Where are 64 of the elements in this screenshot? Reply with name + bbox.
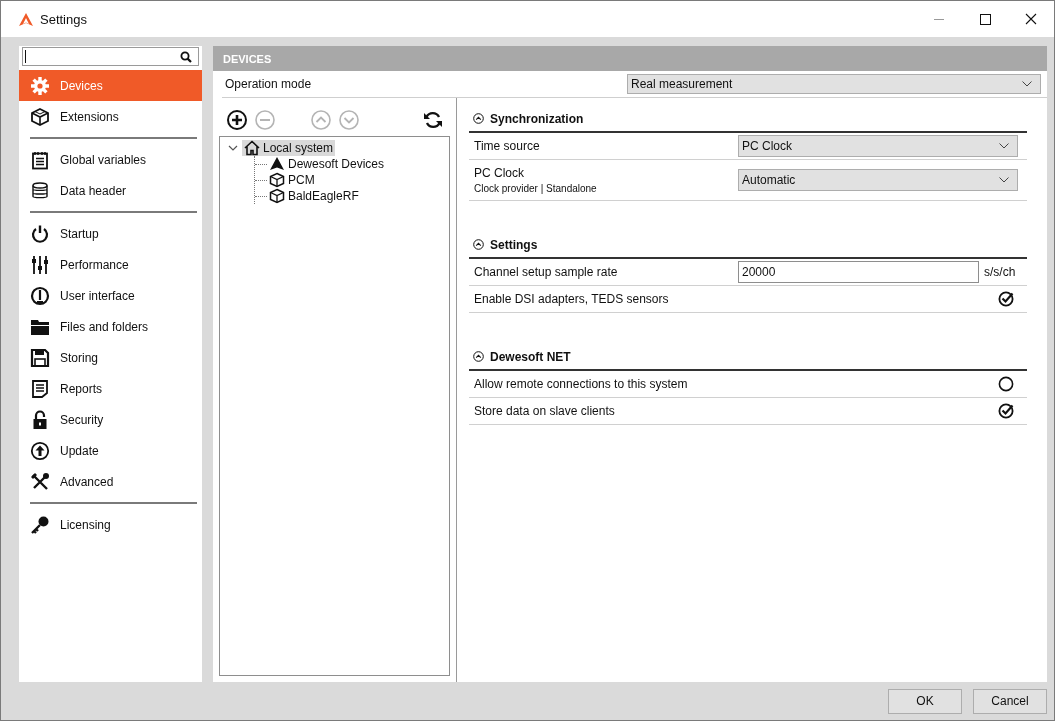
sidebar-item[interactable]: Startup (19, 218, 202, 249)
refresh-icon[interactable] (422, 109, 444, 131)
text-field[interactable]: 20000 (738, 261, 979, 283)
sidebar-item[interactable]: Performance (19, 249, 202, 280)
tree-node[interactable]: Local system (242, 140, 336, 156)
clipboard-list-icon (30, 149, 50, 170)
field-label: Operation mode (225, 77, 312, 91)
sidebar-item[interactable]: Reports (19, 373, 202, 404)
chevron-down-icon (1022, 81, 1032, 87)
field-label: Enable DSI adapters, TEDS sensors (474, 292, 670, 306)
up-arrow-circle-icon (30, 440, 50, 461)
field-label: Store data on slave clients (474, 404, 616, 418)
chevron-down-icon[interactable] (228, 143, 238, 153)
dialog-button[interactable]: Cancel (973, 688, 1047, 714)
checked-circle-icon[interactable] (998, 403, 1014, 419)
sidebar-item[interactable]: Storing (19, 342, 202, 373)
sidebar-item[interactable]: Update (19, 435, 202, 466)
search-field[interactable] (22, 47, 199, 66)
tree-node[interactable]: Dewesoft Devices (267, 156, 387, 172)
tree-node[interactable]: BaldEagleRF (267, 188, 361, 204)
tree-node[interactable]: PCM (267, 172, 317, 188)
sidebar-item[interactable]: Extensions (19, 101, 202, 132)
cube-icon (269, 172, 285, 188)
collapse-icon (473, 351, 484, 362)
field-label: Channel setup sample rate (474, 265, 619, 279)
field-label: Time source (474, 139, 541, 153)
document-icon (30, 378, 50, 399)
section-header[interactable]: Synchronization (469, 106, 1027, 133)
dropdown[interactable]: PC Clock (738, 135, 1018, 157)
field-description: Clock provider | Standalone (474, 183, 598, 194)
cube-icon (30, 106, 50, 127)
field-label: Allow remote connections to this system (474, 377, 689, 391)
search-icon (180, 50, 192, 63)
database-icon (30, 180, 50, 201)
house-icon (244, 140, 260, 156)
section-header[interactable]: Settings (469, 232, 1027, 259)
cube-icon (269, 188, 285, 204)
empty-circle-icon[interactable] (998, 376, 1014, 392)
sidebar-item[interactable]: Files and folders (19, 311, 202, 342)
chevron-down-icon (999, 177, 1009, 183)
window-title: Settings (40, 11, 87, 27)
sidebar-item[interactable]: Global variables (19, 144, 202, 175)
dropdown[interactable]: Automatic (738, 169, 1018, 191)
add-icon[interactable] (226, 109, 248, 131)
checked-circle-icon[interactable] (998, 291, 1014, 307)
sidebar-item[interactable]: Data header (19, 175, 202, 206)
sidebar-item[interactable]: User interface (19, 280, 202, 311)
dialog-button[interactable]: OK (888, 688, 962, 714)
sidebar-item[interactable]: Security (19, 404, 202, 435)
key-icon (30, 514, 50, 535)
collapse-icon (473, 113, 484, 124)
collapse-icon (473, 239, 484, 250)
dropdown[interactable]: Real measurement (627, 74, 1041, 94)
sidebar-item[interactable]: Advanced (19, 466, 202, 497)
section-header[interactable]: Dewesoft NET (469, 344, 1027, 371)
power-icon (30, 223, 50, 244)
field-label: PC Clock (474, 166, 525, 180)
app-logo-icon (19, 12, 33, 26)
gear-icon (30, 75, 50, 96)
chevron-down-icon (999, 143, 1009, 149)
panel-header: DEVICES (213, 46, 1047, 71)
sliders-icon (30, 254, 50, 275)
sidebar-item[interactable]: Licensing (19, 509, 202, 540)
unit-label: s/s/ch (984, 265, 1016, 279)
